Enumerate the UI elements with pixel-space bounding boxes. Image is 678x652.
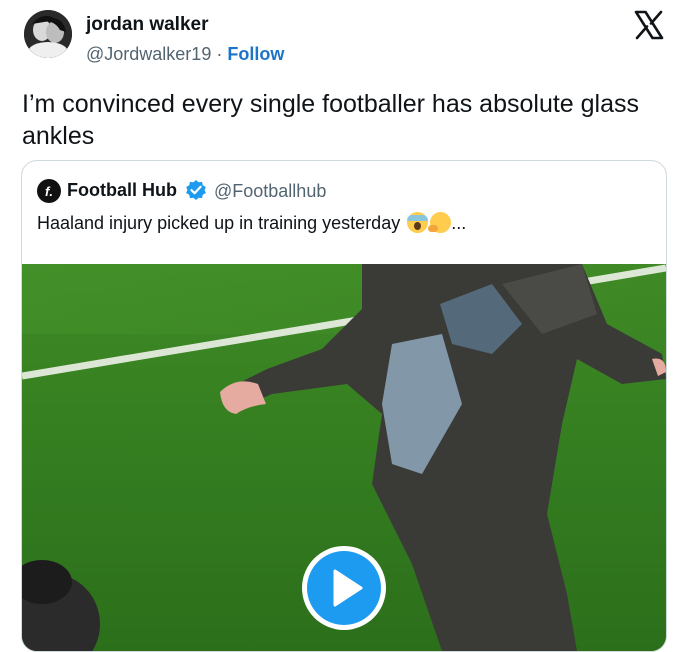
author-meta: @Jordwalker19 · Follow <box>86 44 284 65</box>
x-logo-icon[interactable] <box>634 10 664 40</box>
quoted-tweet-text: Haaland injury picked up in training yes… <box>37 212 466 234</box>
play-button[interactable] <box>302 546 386 630</box>
video-player[interactable] <box>22 264 666 651</box>
quoted-author-name[interactable]: Football Hub <box>67 180 177 201</box>
play-icon <box>333 569 363 607</box>
face-screaming-icon <box>407 212 429 233</box>
author-name[interactable]: jordan walker <box>86 14 209 36</box>
follow-button[interactable]: Follow <box>227 44 284 64</box>
quoted-author-avatar[interactable]: f. <box>37 179 61 203</box>
quoted-author-handle[interactable]: @Footballhub <box>214 181 326 202</box>
quoted-text-ellipsis: ... <box>451 213 467 233</box>
tweet-text: I’m convinced every single footballer ha… <box>22 90 640 150</box>
author-avatar[interactable] <box>24 10 72 58</box>
quoted-tweet-card[interactable]: f. Football Hub @Footballhub Haaland inj… <box>21 160 667 652</box>
quoted-text-body: Haaland injury picked up in training yes… <box>37 213 401 233</box>
author-handle[interactable]: @Jordwalker19 <box>86 44 211 64</box>
separator-dot: · <box>216 44 223 64</box>
verified-badge-icon <box>186 180 206 200</box>
thinking-face-icon <box>428 212 452 233</box>
